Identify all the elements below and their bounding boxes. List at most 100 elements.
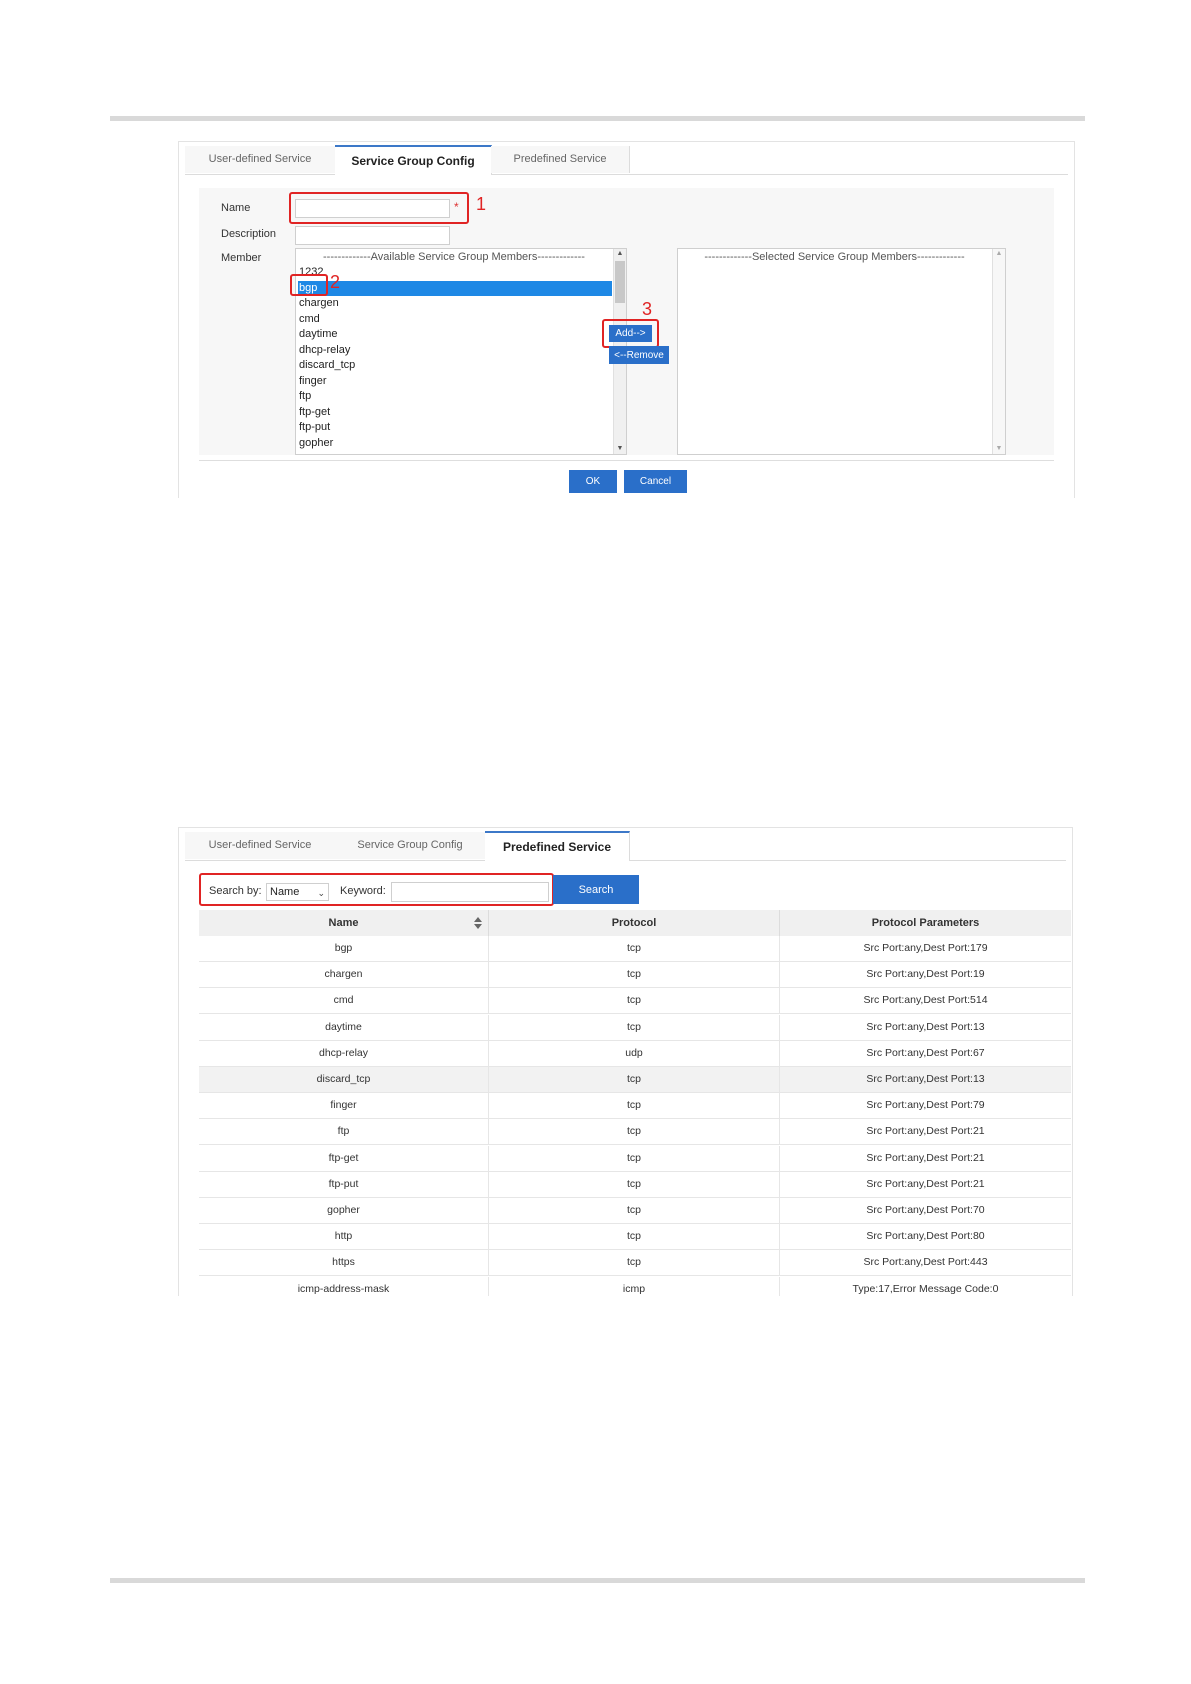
cell-protocol: icmp — [489, 1276, 780, 1296]
cell-protocol: tcp — [489, 1145, 780, 1171]
remove-button[interactable]: <--Remove — [609, 346, 669, 364]
table-row[interactable]: https tcp Src Port:any,Dest Port:443 — [199, 1250, 1071, 1277]
cell-name: dhcp-relay — [199, 1040, 489, 1066]
add-button[interactable]: Add--> — [609, 325, 652, 342]
list-item[interactable]: chargen — [298, 296, 612, 312]
table-row[interactable]: dhcp-relay udp Src Port:any,Dest Port:67 — [199, 1040, 1071, 1067]
column-header-name-label: Name — [328, 917, 359, 929]
cell-parameters: Src Port:any,Dest Port:19 — [866, 968, 985, 981]
table-row[interactable]: cmd tcp Src Port:any,Dest Port:514 — [199, 988, 1071, 1015]
tab-service-group-config[interactable]: Service Group Config — [335, 145, 492, 175]
name-label: Name — [221, 202, 251, 214]
triangle-down-icon[interactable]: ▼ — [614, 444, 626, 454]
table-row[interactable]: discard_tcp tcp Src Port:any,Dest Port:13 — [199, 1067, 1071, 1093]
cell-protocol: tcp — [489, 1224, 780, 1250]
cell-name: discard_tcp — [199, 1067, 489, 1092]
tab-predefined-service[interactable]: Predefined Service — [485, 831, 630, 861]
scrollbar-thumb[interactable] — [615, 261, 625, 303]
predefined-service-table: Name Protocol Protocol Parameters bgp tcp… — [199, 910, 1071, 1296]
table-header: Name Protocol Protocol Parameters — [199, 910, 1071, 936]
member-label: Member — [221, 252, 262, 264]
cell-name: daytime — [199, 1014, 489, 1040]
table-row[interactable]: ftp tcp Src Port:any,Dest Port:21 — [199, 1119, 1071, 1146]
callout-number-2: 2 — [330, 272, 341, 292]
cell-protocol: tcp — [489, 988, 780, 1014]
column-header-name[interactable]: Name — [199, 910, 489, 936]
table-row[interactable]: chargen tcp Src Port:any,Dest Port:19 — [199, 962, 1071, 989]
table-row[interactable]: icmp-address-mask icmp Type:17,Error Messa… — [199, 1276, 1071, 1296]
tab-user-defined-service[interactable]: User-defined Service — [185, 146, 336, 173]
cell-name: ftp-put — [199, 1171, 489, 1197]
cell-parameters: Src Port:any,Dest Port:443 — [863, 1256, 988, 1269]
cell-parameters: Src Port:any,Dest Port:21 — [866, 1151, 985, 1164]
cell-protocol: tcp — [489, 1119, 780, 1145]
list-item[interactable]: ftp — [298, 389, 612, 405]
callout-box-search — [199, 873, 554, 906]
table-row[interactable]: bgp tcp Src Port:any,Dest Port:179 — [199, 936, 1071, 962]
table-row[interactable]: ftp-get tcp Src Port:any,Dest Port:21 — [199, 1145, 1071, 1172]
available-members-header: -------------Available Service Group Mem… — [323, 251, 585, 263]
triangle-down-icon[interactable]: ▼ — [993, 444, 1005, 454]
column-header-protocol: Protocol — [489, 910, 780, 936]
cell-parameters: Src Port:any,Dest Port:21 — [866, 1177, 985, 1190]
cell-parameters: Src Port:any,Dest Port:80 — [866, 1230, 985, 1243]
column-header-parameters: Protocol Parameters — [871, 917, 980, 929]
cell-protocol: tcp — [489, 936, 780, 961]
list-item[interactable]: ftp-put — [298, 420, 612, 436]
tab-user-defined-service[interactable]: User-defined Service — [185, 832, 336, 859]
page-top-rule — [110, 116, 1085, 121]
cell-protocol: tcp — [489, 1067, 780, 1092]
ok-button[interactable]: OK — [569, 470, 617, 493]
cell-protocol: tcp — [489, 1014, 780, 1040]
triangle-up-icon[interactable]: ▲ — [993, 249, 1005, 259]
table-row[interactable]: daytime tcp Src Port:any,Dest Port:13 — [199, 1014, 1071, 1041]
cell-protocol: tcp — [489, 1171, 780, 1197]
triangle-up-icon[interactable]: ▲ — [614, 249, 626, 259]
list-item[interactable]: gopher — [298, 436, 612, 452]
cell-name: https — [199, 1250, 489, 1276]
list-item[interactable]: finger — [298, 374, 612, 390]
predefined-service-screenshot: User-defined Service Service Group Confi… — [178, 827, 1073, 1296]
list-item[interactable]: dhcp-relay — [298, 343, 612, 359]
list-item-selected[interactable]: bgp — [298, 280, 612, 296]
cell-name: icmp-address-mask — [199, 1276, 489, 1296]
list-item[interactable]: 1232 — [298, 265, 612, 281]
cell-parameters: Src Port:any,Dest Port:13 — [866, 1020, 985, 1033]
cell-name: bgp — [199, 936, 489, 961]
callout-number-3: 3 — [642, 299, 653, 319]
description-input[interactable] — [295, 226, 450, 245]
available-members-list[interactable]: -------------Available Service Group Mem… — [295, 248, 627, 455]
list-item[interactable]: cmd — [298, 312, 612, 328]
table-row[interactable]: gopher tcp Src Port:any,Dest Port:70 — [199, 1198, 1071, 1224]
table-row[interactable]: ftp-put tcp Src Port:any,Dest Port:21 — [199, 1171, 1071, 1198]
cell-parameters: Src Port:any,Dest Port:70 — [866, 1204, 985, 1216]
selected-members-header: -------------Selected Service Group Memb… — [704, 251, 965, 263]
table-row[interactable]: http tcp Src Port:any,Dest Port:80 — [199, 1224, 1071, 1251]
cell-protocol: tcp — [489, 1198, 780, 1223]
cell-name: gopher — [199, 1198, 489, 1223]
tab-bar: User-defined Service Service Group Confi… — [185, 831, 1066, 861]
search-button[interactable]: Search — [553, 875, 639, 904]
cell-name: ftp — [199, 1119, 489, 1145]
list-item[interactable]: ftp-get — [298, 405, 612, 421]
tab-bar: User-defined Service Service Group Confi… — [185, 145, 1068, 175]
cell-parameters: Src Port:any,Dest Port:79 — [866, 1099, 985, 1112]
cell-name: ftp-get — [199, 1145, 489, 1171]
selected-members-list[interactable]: -------------Selected Service Group Memb… — [677, 248, 1006, 455]
service-group-config-screenshot: User-defined Service Service Group Confi… — [178, 141, 1075, 498]
tab-service-group-config[interactable]: Service Group Config — [335, 832, 486, 859]
callout-box-2 — [290, 274, 328, 296]
list-item[interactable]: daytime — [298, 327, 612, 343]
callout-box-1 — [289, 192, 469, 224]
cell-protocol: tcp — [489, 1250, 780, 1276]
form-divider — [199, 460, 1054, 461]
sort-updown-icon[interactable] — [474, 917, 482, 929]
cell-protocol: udp — [489, 1040, 780, 1066]
cancel-button[interactable]: Cancel — [624, 470, 687, 493]
list-item[interactable]: discard_tcp — [298, 358, 612, 374]
cell-name: chargen — [199, 962, 489, 988]
tab-predefined-service[interactable]: Predefined Service — [491, 146, 630, 173]
selected-list-scrollbar[interactable]: ▲ ▼ — [992, 249, 1005, 454]
table-row[interactable]: finger tcp Src Port:any,Dest Port:79 — [199, 1093, 1071, 1120]
cell-name: http — [199, 1224, 489, 1250]
